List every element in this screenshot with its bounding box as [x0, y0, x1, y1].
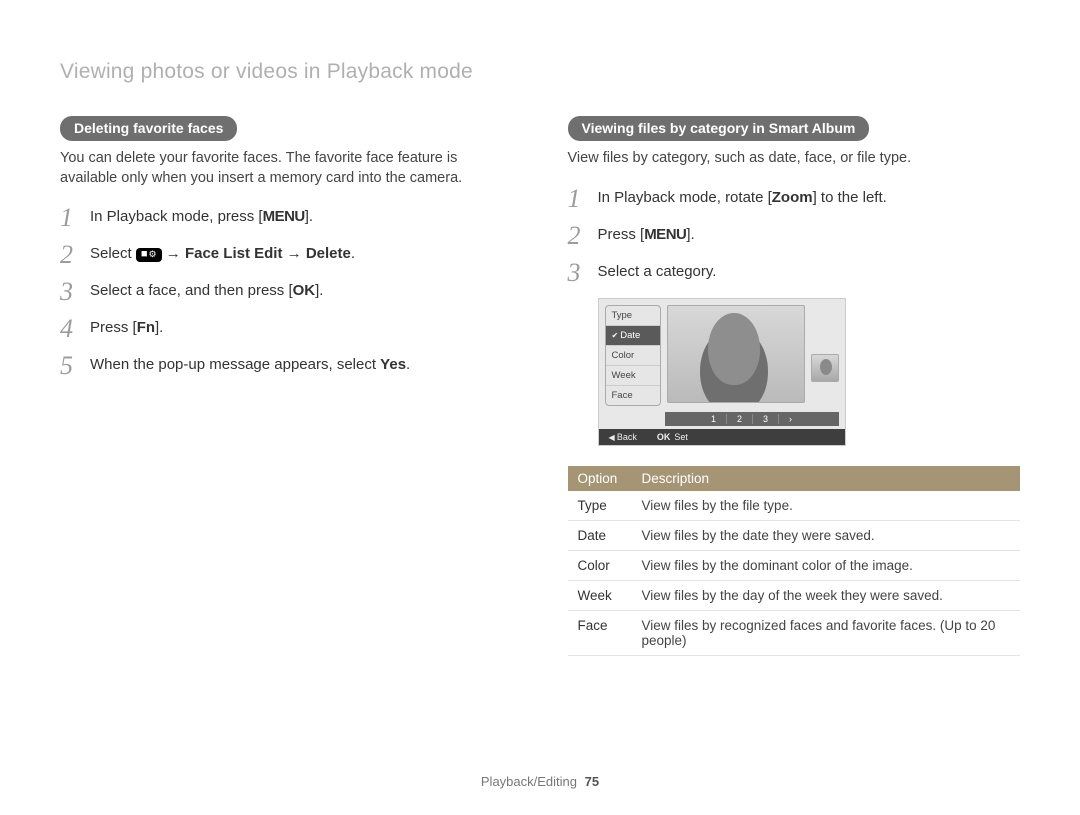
text: →	[282, 245, 305, 262]
preview-photo-small	[811, 354, 839, 382]
desc-color: View files by the dominant color of the …	[632, 550, 1021, 580]
table-row: Date View files by the date they were sa…	[568, 520, 1021, 550]
th-description: Description	[632, 466, 1021, 491]
category-item-date[interactable]: Date	[606, 326, 660, 346]
set-label: Set	[674, 432, 688, 442]
menu-label: MENU	[644, 226, 686, 243]
steps-left: In Playback mode, press [MENU]. Select ■…	[60, 206, 513, 375]
text: In Playback mode, rotate [	[598, 189, 772, 206]
table-row: Week View files by the day of the week t…	[568, 580, 1021, 610]
desc-week: View files by the day of the week they w…	[632, 580, 1021, 610]
desc-date: View files by the date they were saved.	[632, 520, 1021, 550]
pager-3[interactable]: 3	[753, 414, 779, 424]
category-item-face[interactable]: Face	[606, 386, 660, 405]
pager-2[interactable]: 2	[727, 414, 753, 424]
pager-next-icon[interactable]: ›	[779, 414, 802, 424]
pager: 1 2 3 ›	[665, 412, 839, 426]
category-item-color[interactable]: Color	[606, 346, 660, 366]
text: ].	[686, 226, 694, 243]
menu-label: MENU	[263, 208, 305, 225]
ok-label: OK	[293, 282, 316, 299]
section-pill-deleting: Deleting favorite faces	[60, 116, 237, 141]
yes-label: Yes	[380, 356, 406, 373]
text: .	[351, 245, 355, 262]
text: ] to the left.	[813, 189, 887, 206]
desc-face: View files by recognized faces and favor…	[632, 610, 1021, 655]
step-r2: Press [MENU].	[568, 224, 1021, 245]
opt-color: Color	[568, 550, 632, 580]
steps-right: In Playback mode, rotate [Zoom] to the l…	[568, 187, 1021, 282]
text: In Playback mode, press [	[90, 208, 263, 225]
table-row: Face View files by recognized faces and …	[568, 610, 1021, 655]
fn-label: Fn	[137, 319, 155, 336]
intro-right: View files by category, such as date, fa…	[568, 149, 1021, 169]
category-list: Type Date Color Week Face	[605, 305, 661, 406]
desc-type: View files by the file type.	[632, 491, 1021, 521]
text: Select a category.	[598, 263, 717, 280]
camera-gear-icon: ■	[136, 248, 162, 262]
category-item-type[interactable]: Type	[606, 306, 660, 326]
text: .	[406, 356, 410, 373]
text: →	[162, 245, 185, 262]
text: ].	[155, 319, 163, 336]
set-button[interactable]: OKSet	[657, 432, 688, 442]
right-column: Viewing files by category in Smart Album…	[568, 116, 1021, 656]
left-column: Deleting favorite faces You can delete y…	[60, 116, 513, 656]
pager-1[interactable]: 1	[701, 414, 727, 424]
text: When the pop-up message appears, select	[90, 356, 380, 373]
text: Press [	[598, 226, 645, 243]
ok-icon: OK	[657, 432, 671, 442]
screen-footer: Back OKSet	[599, 429, 845, 445]
delete-label: Delete	[306, 245, 351, 262]
text: ].	[315, 282, 323, 299]
back-button[interactable]: Back	[609, 432, 637, 442]
camera-screen: Type Date Color Week Face 1 2 3 › Back	[598, 298, 846, 446]
text: ].	[305, 208, 313, 225]
step-2: Select ■ → Face List Edit → Delete.	[60, 243, 513, 264]
opt-date: Date	[568, 520, 632, 550]
page-footer: Playback/Editing 75	[0, 774, 1080, 789]
step-4: Press [Fn].	[60, 317, 513, 338]
step-r3: Select a category.	[568, 261, 1021, 282]
text: Select a face, and then press [	[90, 282, 293, 299]
section-pill-smart-album: Viewing files by category in Smart Album	[568, 116, 870, 141]
intro-left: You can delete your favorite faces. The …	[60, 149, 513, 188]
category-item-week[interactable]: Week	[606, 366, 660, 386]
opt-week: Week	[568, 580, 632, 610]
table-row: Type View files by the file type.	[568, 491, 1021, 521]
opt-face: Face	[568, 610, 632, 655]
step-5: When the pop-up message appears, select …	[60, 354, 513, 375]
text: Select	[90, 245, 136, 262]
photo-area	[667, 299, 845, 412]
preview-photo-large	[667, 305, 805, 403]
step-3: Select a face, and then press [OK].	[60, 280, 513, 301]
page-title: Viewing photos or videos in Playback mod…	[60, 60, 1020, 84]
table-row: Color View files by the dominant color o…	[568, 550, 1021, 580]
opt-type: Type	[568, 491, 632, 521]
th-option: Option	[568, 466, 632, 491]
face-list-edit-label: Face List Edit	[185, 245, 283, 262]
options-table: Option Description Type View files by th…	[568, 466, 1021, 656]
step-r1: In Playback mode, rotate [Zoom] to the l…	[568, 187, 1021, 208]
footer-section: Playback/Editing	[481, 774, 577, 789]
page-number: 75	[585, 774, 599, 789]
zoom-label: Zoom	[772, 189, 813, 206]
step-1: In Playback mode, press [MENU].	[60, 206, 513, 227]
text: Press [	[90, 319, 137, 336]
